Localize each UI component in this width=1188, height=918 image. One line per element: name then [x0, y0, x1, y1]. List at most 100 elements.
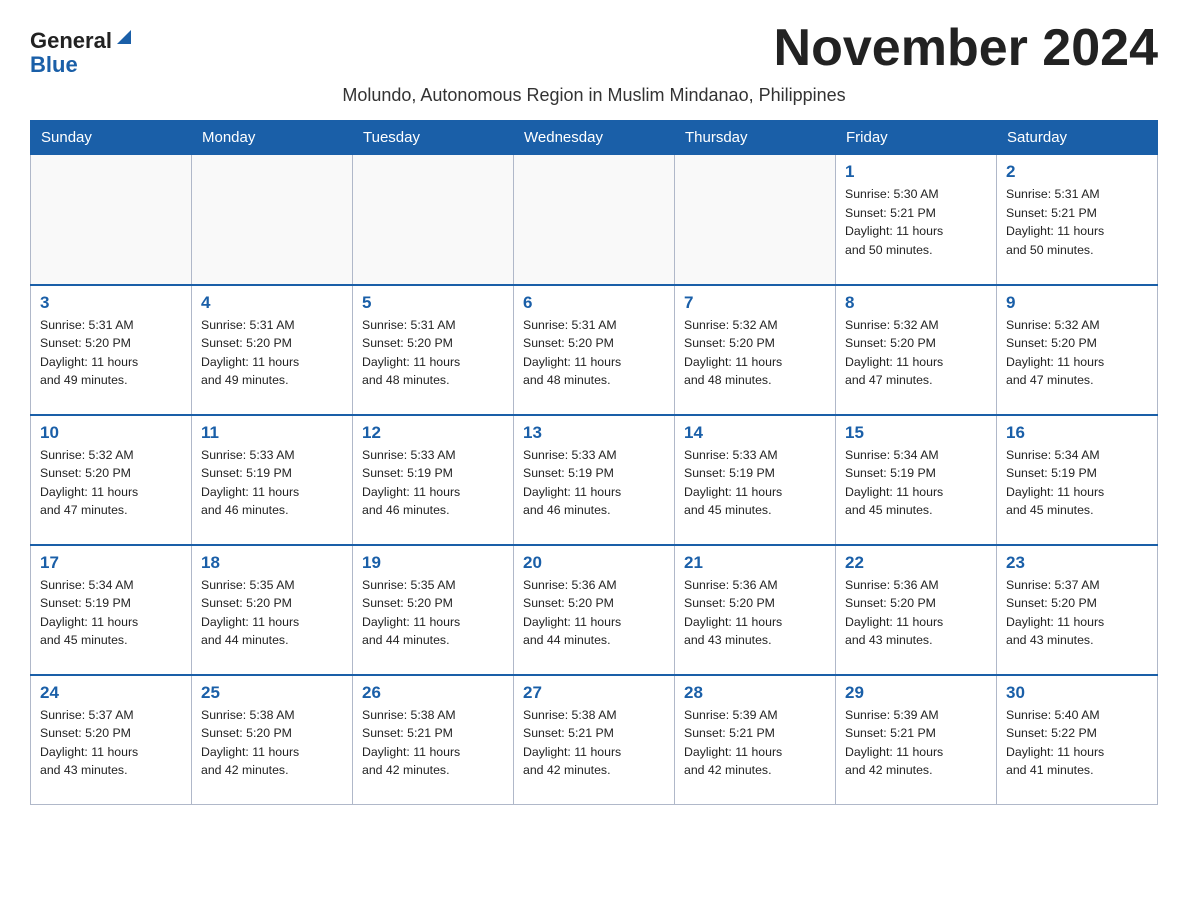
day-number: 21: [684, 553, 826, 573]
day-info: Sunrise: 5:40 AMSunset: 5:22 PMDaylight:…: [1006, 706, 1148, 780]
day-info: Sunrise: 5:31 AMSunset: 5:20 PMDaylight:…: [201, 316, 343, 390]
day-info: Sunrise: 5:38 AMSunset: 5:21 PMDaylight:…: [523, 706, 665, 780]
day-info: Sunrise: 5:33 AMSunset: 5:19 PMDaylight:…: [362, 446, 504, 520]
calendar-header-monday: Monday: [192, 121, 353, 155]
calendar-cell: 11 Sunrise: 5:33 AMSunset: 5:19 PMDayligh…: [192, 415, 353, 545]
header: General Blue November 2024: [30, 20, 1158, 77]
day-number: 10: [40, 423, 182, 443]
day-info: Sunrise: 5:35 AMSunset: 5:20 PMDaylight:…: [362, 576, 504, 650]
day-number: 25: [201, 683, 343, 703]
calendar-cell: 24 Sunrise: 5:37 AMSunset: 5:20 PMDayligh…: [31, 675, 192, 805]
day-info: Sunrise: 5:39 AMSunset: 5:21 PMDaylight:…: [684, 706, 826, 780]
day-number: 15: [845, 423, 987, 443]
calendar-cell: 15 Sunrise: 5:34 AMSunset: 5:19 PMDayligh…: [836, 415, 997, 545]
calendar-header-saturday: Saturday: [997, 121, 1158, 155]
calendar-week-row: 10Sunrise: 5:32 AMSunset: 5:20 PMDayligh…: [31, 415, 1158, 545]
calendar-cell: 22 Sunrise: 5:36 AMSunset: 5:20 PMDayligh…: [836, 545, 997, 675]
calendar-week-row: 1Sunrise: 5:30 AMSunset: 5:21 PMDaylight…: [31, 155, 1158, 285]
calendar-cell: 1Sunrise: 5:30 AMSunset: 5:21 PMDaylight…: [836, 155, 997, 285]
day-number: 27: [523, 683, 665, 703]
calendar-cell: 7 Sunrise: 5:32 AMSunset: 5:20 PMDaylight…: [675, 285, 836, 415]
month-title: November 2024: [774, 20, 1158, 77]
day-number: 17: [40, 553, 182, 573]
day-info: Sunrise: 5:39 AMSunset: 5:21 PMDaylight:…: [845, 706, 987, 780]
day-info: Sunrise: 5:36 AMSunset: 5:20 PMDaylight:…: [523, 576, 665, 650]
calendar-cell: 21 Sunrise: 5:36 AMSunset: 5:20 PMDayligh…: [675, 545, 836, 675]
day-number: 3: [40, 293, 182, 313]
calendar-cell: [514, 155, 675, 285]
day-number: 24: [40, 683, 182, 703]
calendar-cell: 2Sunrise: 5:31 AMSunset: 5:21 PMDaylight…: [997, 155, 1158, 285]
day-number: 18: [201, 553, 343, 573]
day-info: Sunrise: 5:32 AMSunset: 5:20 PMDaylight:…: [1006, 316, 1148, 390]
day-number: 7: [684, 293, 826, 313]
calendar-cell: 27 Sunrise: 5:38 AMSunset: 5:21 PMDayligh…: [514, 675, 675, 805]
logo: General Blue: [30, 20, 133, 77]
calendar-header-friday: Friday: [836, 121, 997, 155]
calendar-cell: 10Sunrise: 5:32 AMSunset: 5:20 PMDayligh…: [31, 415, 192, 545]
calendar-cell: 17Sunrise: 5:34 AMSunset: 5:19 PMDayligh…: [31, 545, 192, 675]
calendar-cell: [31, 155, 192, 285]
day-number: 29: [845, 683, 987, 703]
day-info: Sunrise: 5:33 AMSunset: 5:19 PMDaylight:…: [684, 446, 826, 520]
day-number: 26: [362, 683, 504, 703]
calendar-cell: [192, 155, 353, 285]
day-number: 20: [523, 553, 665, 573]
day-number: 5: [362, 293, 504, 313]
day-info: Sunrise: 5:33 AMSunset: 5:19 PMDaylight:…: [201, 446, 343, 520]
subtitle: Molundo, Autonomous Region in Muslim Min…: [30, 85, 1158, 106]
calendar-cell: 29 Sunrise: 5:39 AMSunset: 5:21 PMDayligh…: [836, 675, 997, 805]
logo-blue-text: Blue: [30, 53, 78, 77]
calendar-header-wednesday: Wednesday: [514, 121, 675, 155]
day-info: Sunrise: 5:31 AMSunset: 5:20 PMDaylight:…: [40, 316, 182, 390]
calendar-cell: 30Sunrise: 5:40 AMSunset: 5:22 PMDayligh…: [997, 675, 1158, 805]
calendar-cell: 25Sunrise: 5:38 AMSunset: 5:20 PMDayligh…: [192, 675, 353, 805]
calendar-header-thursday: Thursday: [675, 121, 836, 155]
day-number: 16: [1006, 423, 1148, 443]
day-number: 13: [523, 423, 665, 443]
day-info: Sunrise: 5:32 AMSunset: 5:20 PMDaylight:…: [684, 316, 826, 390]
day-number: 8: [845, 293, 987, 313]
day-info: Sunrise: 5:38 AMSunset: 5:21 PMDaylight:…: [362, 706, 504, 780]
calendar-cell: 18 Sunrise: 5:35 AMSunset: 5:20 PMDayligh…: [192, 545, 353, 675]
day-number: 2: [1006, 162, 1148, 182]
calendar-cell: 19 Sunrise: 5:35 AMSunset: 5:20 PMDayligh…: [353, 545, 514, 675]
calendar-header-row: SundayMondayTuesdayWednesdayThursdayFrid…: [31, 121, 1158, 155]
calendar-week-row: 3 Sunrise: 5:31 AMSunset: 5:20 PMDaylight…: [31, 285, 1158, 415]
day-number: 11: [201, 423, 343, 443]
calendar-header-sunday: Sunday: [31, 121, 192, 155]
day-info: Sunrise: 5:33 AMSunset: 5:19 PMDaylight:…: [523, 446, 665, 520]
day-info: Sunrise: 5:34 AMSunset: 5:19 PMDaylight:…: [1006, 446, 1148, 520]
calendar-cell: 28 Sunrise: 5:39 AMSunset: 5:21 PMDayligh…: [675, 675, 836, 805]
day-info: Sunrise: 5:32 AMSunset: 5:20 PMDaylight:…: [845, 316, 987, 390]
day-info: Sunrise: 5:37 AMSunset: 5:20 PMDaylight:…: [40, 706, 182, 780]
day-number: 19: [362, 553, 504, 573]
calendar-cell: 5 Sunrise: 5:31 AMSunset: 5:20 PMDaylight…: [353, 285, 514, 415]
calendar-cell: 4 Sunrise: 5:31 AMSunset: 5:20 PMDaylight…: [192, 285, 353, 415]
day-info: Sunrise: 5:34 AMSunset: 5:19 PMDaylight:…: [845, 446, 987, 520]
calendar-cell: 26 Sunrise: 5:38 AMSunset: 5:21 PMDayligh…: [353, 675, 514, 805]
day-number: 6: [523, 293, 665, 313]
logo-triangle-icon: [115, 28, 133, 51]
calendar-header-tuesday: Tuesday: [353, 121, 514, 155]
day-number: 22: [845, 553, 987, 573]
day-number: 12: [362, 423, 504, 443]
day-info: Sunrise: 5:36 AMSunset: 5:20 PMDaylight:…: [845, 576, 987, 650]
calendar-cell: [353, 155, 514, 285]
day-info: Sunrise: 5:30 AMSunset: 5:21 PMDaylight:…: [845, 185, 987, 259]
calendar-cell: 3 Sunrise: 5:31 AMSunset: 5:20 PMDaylight…: [31, 285, 192, 415]
calendar-cell: 12 Sunrise: 5:33 AMSunset: 5:19 PMDayligh…: [353, 415, 514, 545]
day-info: Sunrise: 5:35 AMSunset: 5:20 PMDaylight:…: [201, 576, 343, 650]
day-info: Sunrise: 5:31 AMSunset: 5:20 PMDaylight:…: [362, 316, 504, 390]
calendar-cell: 20 Sunrise: 5:36 AMSunset: 5:20 PMDayligh…: [514, 545, 675, 675]
day-number: 9: [1006, 293, 1148, 313]
calendar-cell: 23Sunrise: 5:37 AMSunset: 5:20 PMDayligh…: [997, 545, 1158, 675]
day-info: Sunrise: 5:31 AMSunset: 5:20 PMDaylight:…: [523, 316, 665, 390]
calendar-cell: 8 Sunrise: 5:32 AMSunset: 5:20 PMDaylight…: [836, 285, 997, 415]
calendar-cell: 9 Sunrise: 5:32 AMSunset: 5:20 PMDaylight…: [997, 285, 1158, 415]
calendar-cell: 16 Sunrise: 5:34 AMSunset: 5:19 PMDayligh…: [997, 415, 1158, 545]
day-number: 28: [684, 683, 826, 703]
day-number: 4: [201, 293, 343, 313]
day-info: Sunrise: 5:36 AMSunset: 5:20 PMDaylight:…: [684, 576, 826, 650]
logo-general-text: General: [30, 29, 112, 53]
